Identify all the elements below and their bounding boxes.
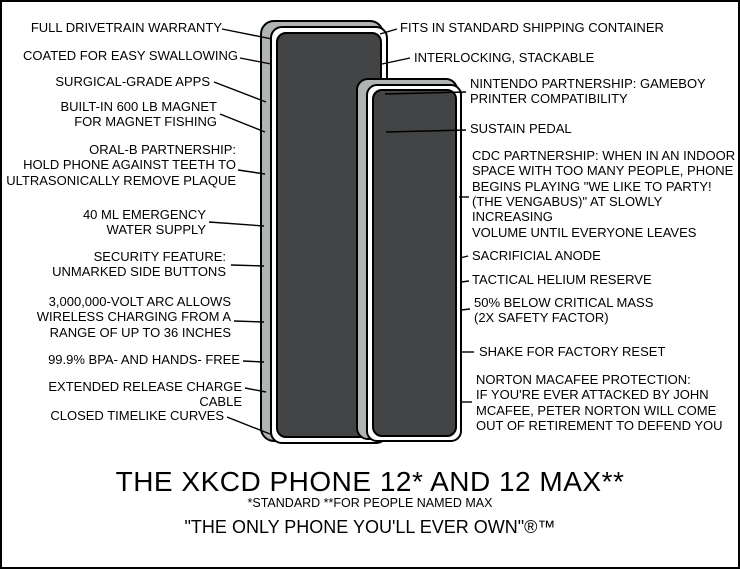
feature-label: Nintendo partnership: GameBoy Printer co… <box>470 76 734 107</box>
feature-label: Interlocking, stackable <box>414 50 734 65</box>
title-main: The xkcd Phone 12* and 12 Max** <box>2 465 738 498</box>
phones-illustration <box>260 20 450 450</box>
feature-label: Tactical helium reserve <box>472 272 732 287</box>
feature-label: Built-in 600 lb magnet for magnet fishin… <box>6 99 217 130</box>
feature-label: Closed timelike curves <box>6 408 224 423</box>
feature-label: Security feature: unmarked side buttons <box>6 249 226 280</box>
feature-label: Shake for factory reset <box>479 344 739 359</box>
feature-label: Surgical-grade apps <box>6 74 210 89</box>
comic-panel: Full drivetrain warranty Coated for easy… <box>0 0 740 569</box>
title-footnotes: *Standard **For people named Max <box>2 496 738 511</box>
feature-label: Full drivetrain warranty <box>6 20 222 35</box>
phone-12 <box>356 78 462 440</box>
tagline: "The only phone you'll ever own"®™ <box>2 517 738 538</box>
feature-label: Oral-B partnership: hold phone against t… <box>6 142 236 188</box>
feature-label: 99.9% BPA- and hands- free <box>6 352 240 367</box>
feature-label: Sacrificial anode <box>472 248 732 263</box>
feature-label: Extended release charge cable <box>6 379 242 410</box>
feature-label: Norton MacAfee protection: If you're eve… <box>476 372 738 433</box>
feature-label: Fits in standard shipping container <box>400 20 730 35</box>
feature-label: Sustain pedal <box>470 121 730 136</box>
feature-label: 50% below critical mass (2x safety facto… <box>474 295 734 326</box>
feature-label: CDC partnership: when in an indoor space… <box>472 148 736 240</box>
feature-label: 40 mL emergency water supply <box>6 207 206 238</box>
feature-label: Coated for easy swallowing <box>6 48 238 63</box>
feature-label: 3,000,000-volt arc allows wireless charg… <box>6 294 231 340</box>
